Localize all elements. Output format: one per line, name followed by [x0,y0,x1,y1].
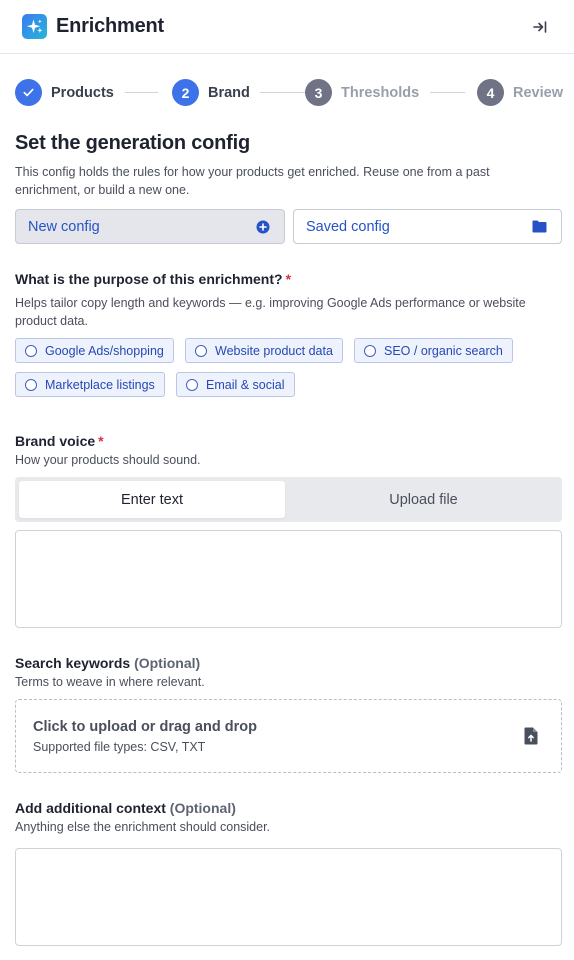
header-title-group: Enrichment [22,14,164,39]
step-number: 4 [477,79,504,106]
chip-label: Website product data [215,343,333,358]
brand-voice-help: How your products should sound. [15,453,201,467]
brand-voice-mode-toggle: Enter text Upload file [15,477,562,522]
context-textarea[interactable] [15,848,562,946]
collapse-panel-button[interactable] [528,15,552,39]
step-connector [430,92,465,93]
purpose-label: What is the purpose of this enrichment? * [15,271,291,287]
step-complete-check-icon [15,79,42,106]
radio-icon [25,344,37,357]
purpose-option-email[interactable]: Email & social [176,372,295,397]
required-marker: * [285,271,292,287]
app-title: Enrichment [56,15,165,37]
step-number: 2 [172,79,199,106]
collapse-right-icon [533,20,547,33]
brand-voice-textarea[interactable] [15,530,562,628]
step-brand[interactable]: 2 Brand [172,79,250,106]
keywords-label: Search keywords (Optional) [15,655,200,671]
context-label: Add additional context (Optional) [15,800,236,816]
sparkles-icon [22,14,47,39]
saved-config-button[interactable]: Saved config [293,209,562,244]
step-label: Thresholds [341,84,420,101]
section-title: Set the generation config [15,132,251,154]
chip-label: Google Ads/shopping [45,343,164,358]
plus-circle-icon [256,220,270,233]
app-header: Enrichment [0,0,574,54]
radio-icon [25,378,37,391]
purpose-label-text: What is the purpose of this enrichment? [15,271,283,287]
purpose-option-google-ads[interactable]: Google Ads/shopping [15,338,174,363]
optional-marker: (Optional) [134,655,201,671]
purpose-option-website[interactable]: Website product data [185,338,343,363]
upload-subtitle: Supported file types: CSV, TXT [33,740,206,754]
keywords-upload-dropzone[interactable]: Click to upload or drag and drop Support… [15,699,562,773]
section-description: This config holds the rules for how your… [15,165,490,197]
step-label: Brand [208,84,250,101]
new-config-button[interactable]: New config [15,209,285,244]
purpose-help: Helps tailor copy length and keywords — … [15,296,526,328]
step-review[interactable]: 4 Review [477,79,563,106]
purpose-option-seo[interactable]: SEO / organic search [354,338,513,363]
folder-icon [532,220,547,233]
upload-title: Click to upload or drag and drop [33,719,257,735]
purpose-option-marketplace[interactable]: Marketplace listings [15,372,165,397]
step-label: Review [513,84,563,101]
context-help: Anything else the enrichment should cons… [15,820,271,834]
step-connector [125,92,158,93]
step-label: Products [51,84,114,101]
saved-config-label: Saved config [306,218,390,235]
chip-label: SEO / organic search [384,343,503,358]
radio-icon [186,378,198,391]
brand-voice-label: Brand voice * [15,433,104,449]
tab-upload-file[interactable]: Upload file [289,481,558,518]
step-products[interactable]: Products [15,79,114,106]
step-connector [260,92,305,93]
context-label-text: Add additional context [15,800,166,816]
optional-marker: (Optional) [169,800,236,816]
file-upload-icon [524,727,538,745]
keywords-label-text: Search keywords [15,655,131,671]
radio-icon [364,344,376,357]
keywords-help: Terms to weave in where relevant. [15,675,205,689]
brand-voice-label-text: Brand voice [15,433,96,449]
chip-label: Marketplace listings [45,377,155,392]
progress-stepper: Products 2 Brand 3 Thresholds 4 Review [15,79,563,107]
tab-enter-text[interactable]: Enter text [19,481,285,518]
step-number: 3 [305,79,332,106]
step-thresholds[interactable]: 3 Thresholds [305,79,419,106]
required-marker: * [98,433,104,449]
new-config-label: New config [28,218,100,235]
radio-icon [195,344,207,357]
chip-label: Email & social [206,377,285,392]
